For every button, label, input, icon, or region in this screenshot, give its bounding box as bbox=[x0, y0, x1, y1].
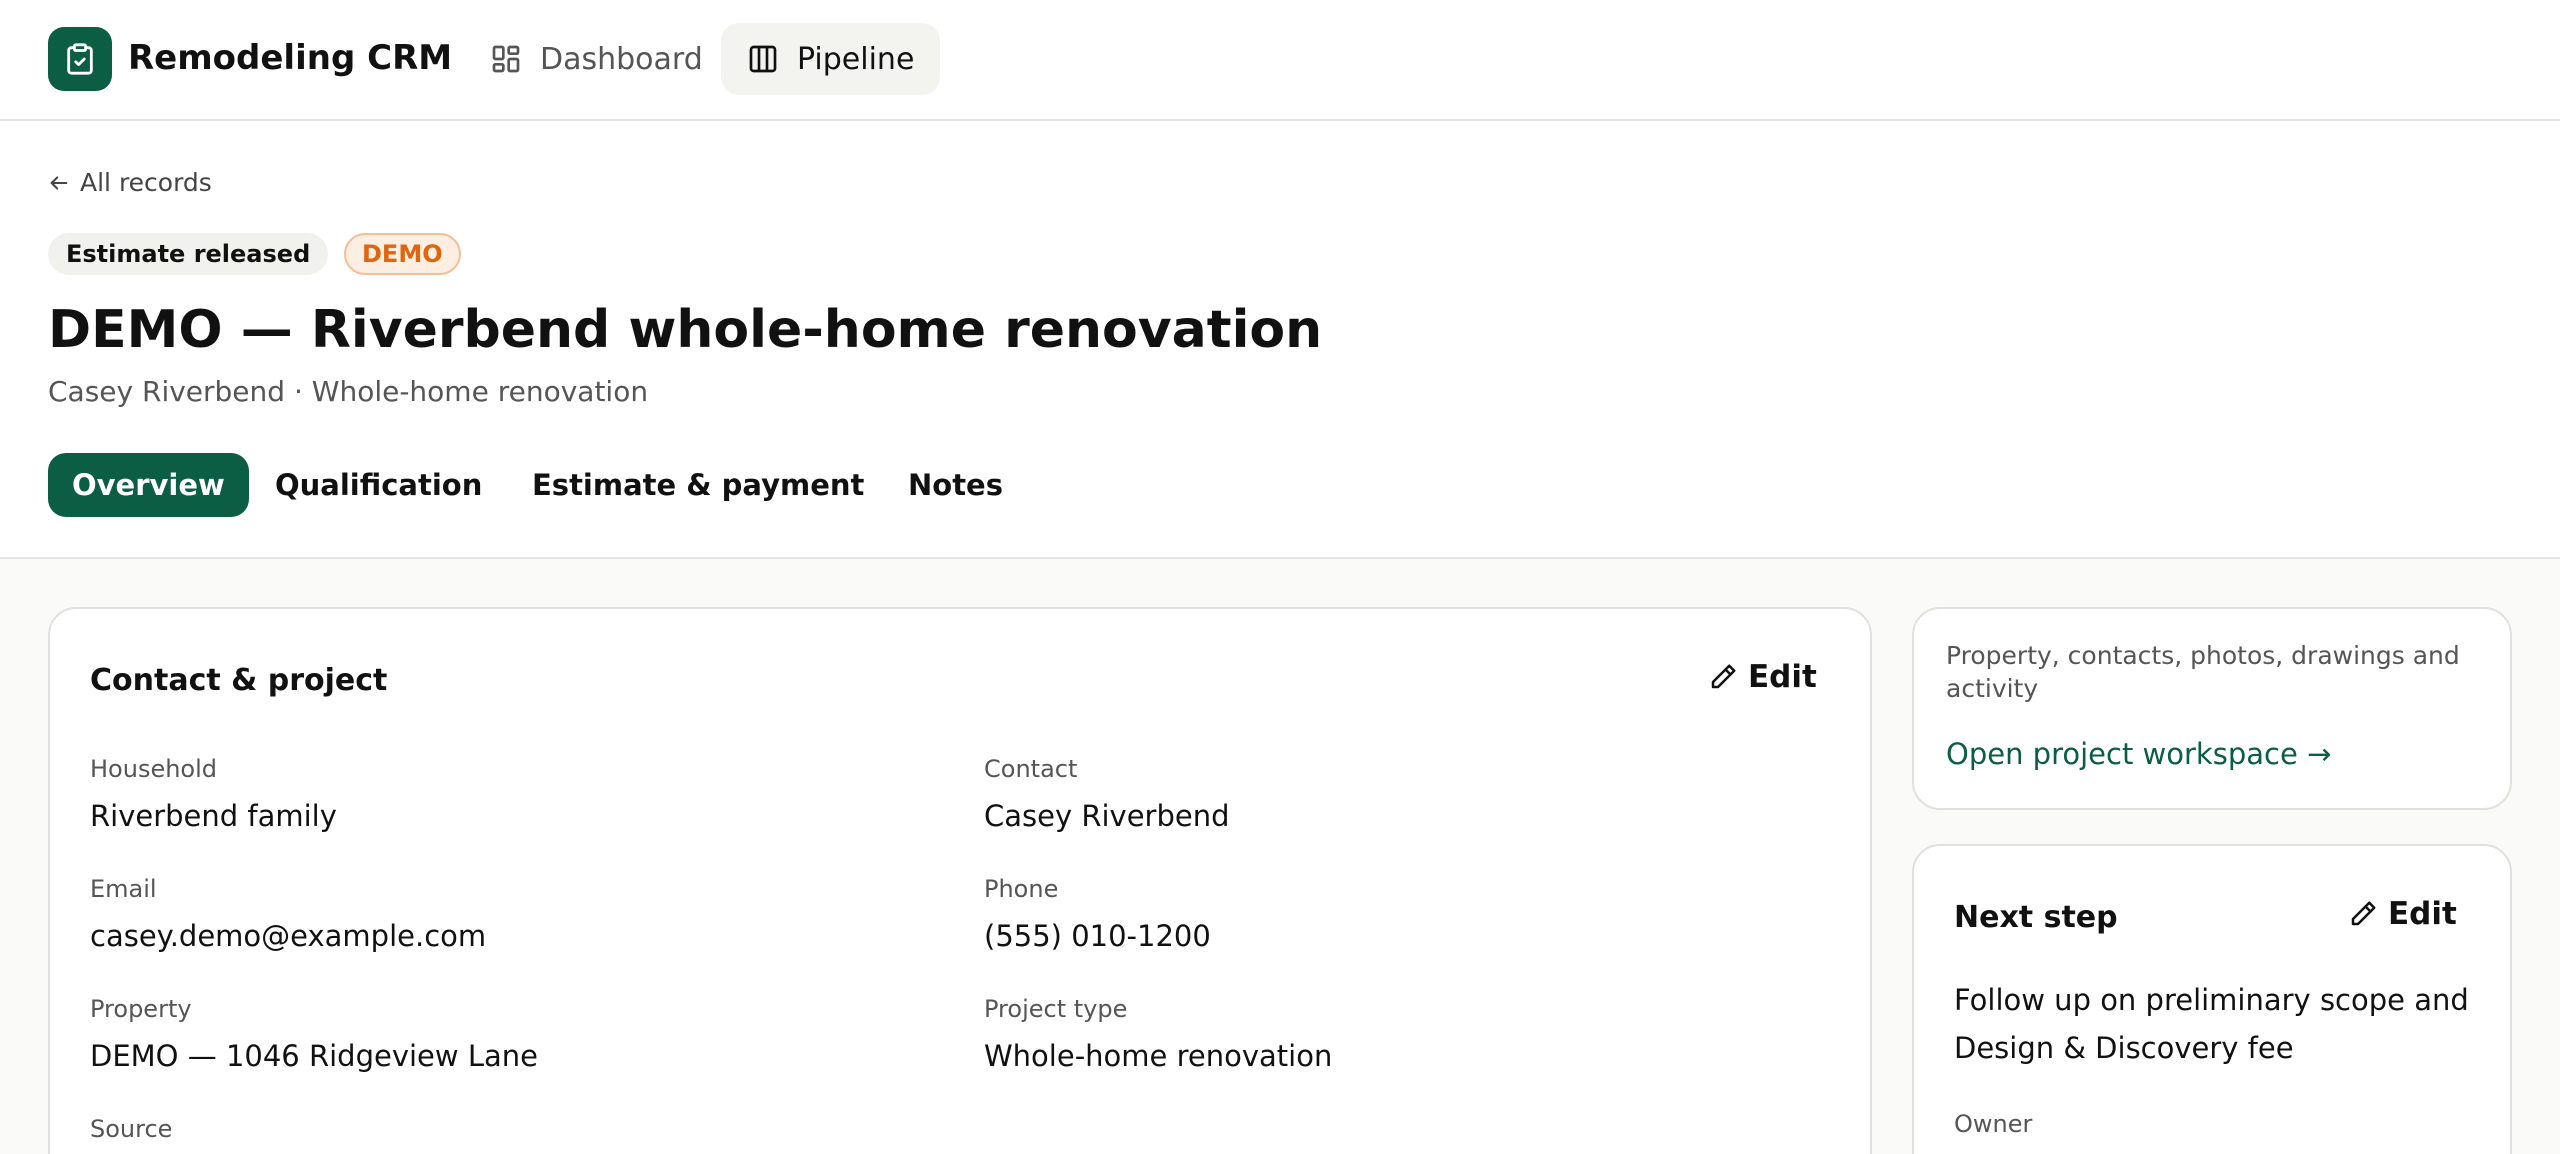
page-title: DEMO — Riverbend whole-home renovation bbox=[48, 300, 1323, 360]
demo-badge: DEMO bbox=[344, 233, 461, 275]
tab-overview[interactable]: Overview bbox=[48, 453, 249, 517]
back-to-all-records-link[interactable]: All records bbox=[48, 168, 212, 197]
contact-label: Contact bbox=[984, 755, 1078, 783]
contact-value: Casey Riverbend bbox=[984, 799, 1230, 833]
page-subtitle: Casey Riverbend · Whole-home renovation bbox=[48, 375, 649, 408]
nav-item-label: Dashboard bbox=[540, 41, 703, 77]
phone-value: (555) 010-1200 bbox=[984, 919, 1211, 953]
project-workspace-card: Property, contacts, photos, drawings and… bbox=[1912, 607, 2512, 810]
dashboard-grid-icon bbox=[492, 45, 520, 73]
contact-project-card: Contact & project Edit Household Riverbe… bbox=[48, 607, 1872, 1154]
project-type-value: Whole-home renovation bbox=[984, 1039, 1333, 1073]
household-label: Household bbox=[90, 755, 218, 783]
project-type-label: Project type bbox=[984, 995, 1128, 1023]
tab-estimate-payment[interactable]: Estimate & payment bbox=[532, 453, 864, 517]
next-step-card: Next step Edit Follow up on preliminary … bbox=[1912, 844, 2512, 1154]
property-label: Property bbox=[90, 995, 192, 1023]
phone-label: Phone bbox=[984, 875, 1059, 903]
card-title: Contact & project bbox=[90, 663, 388, 698]
household-value: Riverbend family bbox=[90, 799, 337, 833]
email-label: Email bbox=[90, 875, 157, 903]
open-project-workspace-link[interactable]: Open project workspace → bbox=[1946, 737, 2331, 771]
source-label: Source bbox=[90, 1115, 173, 1143]
tab-notes[interactable]: Notes bbox=[908, 453, 1003, 517]
owner-label: Owner bbox=[1954, 1110, 2033, 1138]
clipboard-check-icon[interactable] bbox=[48, 27, 112, 91]
columns-icon bbox=[749, 45, 777, 73]
brand-name[interactable]: Remodeling CRM bbox=[128, 38, 452, 78]
pencil-icon bbox=[1711, 664, 1736, 689]
card-title: Next step bbox=[1954, 900, 2118, 935]
edit-next-step-button[interactable]: Edit bbox=[2348, 896, 2457, 932]
pencil-icon bbox=[2351, 901, 2376, 926]
top-navigation-bar: Remodeling CRM Dashboard Pipeline bbox=[0, 0, 2560, 121]
edit-label: Edit bbox=[2388, 896, 2457, 932]
tab-qualification[interactable]: Qualification bbox=[275, 453, 482, 517]
next-step-text: Follow up on preliminary scope and Desig… bbox=[1954, 983, 2469, 1065]
arrow-left-icon bbox=[50, 175, 68, 190]
workspace-description: Property, contacts, photos, drawings and… bbox=[1946, 641, 2460, 703]
email-value: casey.demo@example.com bbox=[90, 919, 487, 953]
nav-item-pipeline[interactable]: Pipeline bbox=[721, 23, 941, 95]
edit-label: Edit bbox=[1748, 659, 1817, 695]
property-value: DEMO — 1046 Ridgeview Lane bbox=[90, 1039, 538, 1073]
nav-item-dashboard[interactable]: Dashboard bbox=[466, 23, 727, 95]
nav-item-label: Pipeline bbox=[797, 41, 915, 77]
back-link-label: All records bbox=[80, 168, 212, 197]
status-badge: Estimate released bbox=[48, 233, 329, 275]
edit-contact-button[interactable]: Edit bbox=[1708, 659, 1817, 695]
